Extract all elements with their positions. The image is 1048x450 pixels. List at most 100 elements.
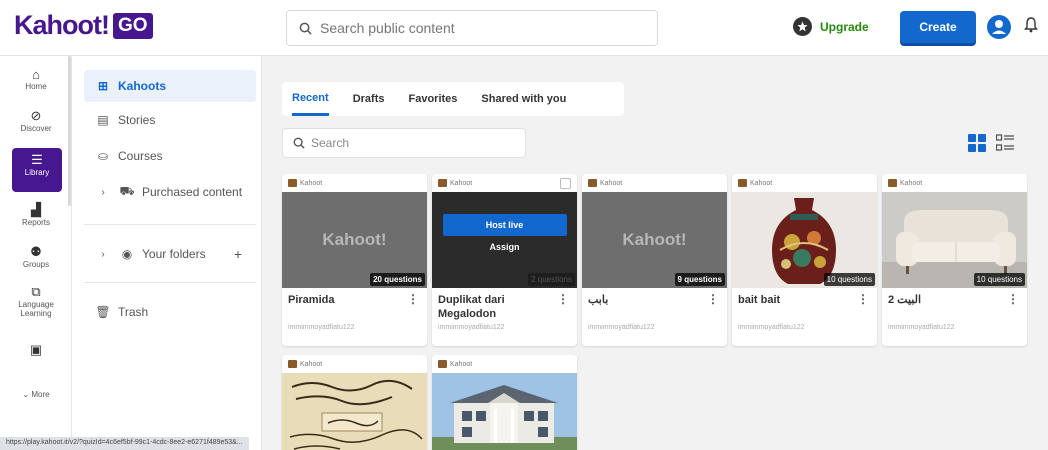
card-tag-label: Kahoot (600, 179, 623, 187)
kahoot-logo[interactable]: Kahoot! GO (14, 10, 153, 41)
question-count-badge: 10 questions (823, 273, 875, 286)
rail-item-marketplace[interactable]: ▣ (0, 342, 72, 358)
lib-item-courses[interactable]: ⛀ Courses (84, 140, 256, 172)
lib-item-label: Kahoots (118, 79, 166, 93)
user-icon (992, 20, 1006, 34)
card-owner: immimmoyadfiatu122 (438, 324, 505, 331)
more-label: More (31, 390, 50, 399)
logo-go-badge: GO (112, 12, 153, 39)
lib-item-stories[interactable]: ▤ Stories (84, 104, 256, 136)
lib-item-label: Your folders (142, 247, 206, 261)
rail-label: Groups (22, 260, 50, 269)
rail-item-more[interactable]: ⌄ More (0, 390, 72, 399)
host-live-button[interactable]: Host live (442, 214, 567, 236)
kahoot-tag-icon (288, 179, 297, 187)
tab-shared[interactable]: Shared with you (481, 82, 566, 116)
kahoot-card[interactable]: Kahoot Kahoot! 20 questions Piramida ⋮ im… (282, 174, 427, 346)
tab-favorites[interactable]: Favorites (408, 82, 457, 116)
more-options-icon[interactable]: ⋮ (407, 292, 419, 306)
browser-status-url: https://play.kahoot.it/v2/?quizId=4c6ef5… (0, 437, 249, 450)
card-tag: Kahoot (282, 355, 427, 373)
kahoot-watermark: Kahoot! (322, 230, 387, 249)
lib-item-label: Purchased content (142, 185, 243, 199)
house-image (432, 373, 577, 450)
stories-icon: ▤ (97, 113, 109, 127)
card-title: Piramida ⋮ (282, 288, 427, 318)
public-search-input[interactable] (320, 20, 640, 36)
left-rail: ⌂ Home ⊘ Discover ☰ Library ▟ Reports ⚉ … (0, 56, 72, 450)
rail-item-reports[interactable]: ▟ Reports (0, 202, 72, 227)
kahoot-card[interactable]: Kahoot (432, 355, 577, 450)
rail-item-home[interactable]: ⌂ Home (0, 66, 72, 92)
more-options-icon[interactable]: ⋮ (1007, 292, 1019, 306)
trash-icon: 🗑 (95, 305, 111, 319)
grid-view-icon[interactable] (968, 134, 986, 157)
kahoot-card[interactable]: Kahoot 10 questions bait bait ⋮ immimmoya… (732, 174, 877, 346)
kahoot-tag-icon (738, 179, 747, 187)
bell-icon[interactable] (1024, 17, 1038, 38)
kahoot-card[interactable]: Kahoot Kahoot! 9 questions بابب ⋮ immimmo… (582, 174, 727, 346)
create-button[interactable]: Create (900, 11, 976, 43)
rail-item-library[interactable]: ☰ Library (12, 148, 62, 192)
folder-user-icon: ◉ (121, 247, 133, 261)
assign-button[interactable]: Assign (489, 242, 519, 252)
rail-label: Discover (20, 124, 52, 133)
kahoot-watermark: Kahoot! (622, 230, 687, 249)
card-owner: immimmoyadfiatu122 (738, 324, 805, 331)
cart-icon: ⛟ (119, 184, 135, 198)
card-tag-label: Kahoot (450, 179, 473, 187)
upgrade-button[interactable]: Upgrade (793, 17, 869, 36)
card-title: البيت 2 ⋮ (882, 288, 1027, 318)
select-checkbox[interactable] (560, 178, 571, 189)
question-count-badge: 9 questions (674, 273, 725, 286)
card-title-text: Duplikat dari Megalodon (438, 294, 505, 320)
divider (84, 282, 256, 283)
card-tag: Kahoot (732, 174, 877, 192)
chevron-down-icon: ⌄ (22, 390, 32, 399)
reports-icon: ▟ (31, 202, 41, 217)
groups-icon: ⚉ (30, 244, 42, 259)
rail-item-language[interactable]: ⧉ Language Learning (0, 284, 72, 318)
lib-item-label: Courses (118, 149, 163, 163)
lib-item-purchased[interactable]: › ⛟ Purchased content (84, 176, 256, 208)
library-tabs: Recent Drafts Favorites Shared with you (282, 82, 624, 116)
card-owner: immimmoyadfiatu122 (288, 324, 355, 331)
question-count-badge: 10 questions (973, 273, 1025, 286)
rail-item-discover[interactable]: ⊘ Discover (0, 108, 72, 133)
kahoot-card[interactable]: Kahoot Host live Assign 2 questions Dupl… (432, 174, 577, 346)
card-title-text: البيت 2 (888, 294, 922, 306)
card-thumbnail: 10 questions (882, 192, 1027, 288)
kahoot-card[interactable]: Kahoot (282, 355, 427, 450)
card-owner: immimmoyadfiatu122 (888, 324, 955, 331)
card-tag: Kahoot (432, 174, 577, 192)
lib-item-trash[interactable]: 🗑 Trash (84, 296, 256, 328)
more-options-icon[interactable]: ⋮ (857, 292, 869, 306)
card-title-text: Piramida (288, 294, 335, 306)
grid-icon: ⊞ (97, 79, 109, 93)
more-options-icon[interactable]: ⋮ (557, 292, 569, 306)
kahoot-tag-icon (588, 179, 597, 187)
question-count-badge: 2 questions (528, 273, 575, 286)
language-icon: ⧉ (31, 284, 41, 299)
compass-icon: ⊘ (30, 108, 42, 123)
courses-icon: ⛀ (97, 149, 109, 163)
card-tag-label: Kahoot (300, 360, 323, 368)
logo-wordmark: Kahoot! (14, 10, 110, 40)
card-tag-label: Kahoot (750, 179, 773, 187)
lib-item-kahoots[interactable]: ⊞ Kahoots (84, 70, 256, 102)
card-title-text: بابب (588, 294, 609, 306)
marketplace-icon: ▣ (29, 342, 43, 357)
tab-drafts[interactable]: Drafts (353, 82, 385, 116)
rail-item-groups[interactable]: ⚉ Groups (0, 244, 72, 269)
avatar[interactable] (987, 15, 1011, 39)
lib-item-folders[interactable]: › ◉ Your folders + (84, 238, 256, 270)
library-search[interactable]: Search (282, 128, 526, 158)
public-search[interactable] (286, 10, 658, 46)
tab-recent[interactable]: Recent (292, 82, 329, 116)
card-tag: Kahoot (432, 355, 577, 373)
add-folder-button[interactable]: + (234, 246, 242, 262)
kahoot-card[interactable]: Kahoot 10 questions البيت 2 ⋮ immimmoyadf… (882, 174, 1027, 346)
list-view-icon[interactable] (995, 134, 1014, 157)
kahoot-tag-icon (888, 179, 897, 187)
more-options-icon[interactable]: ⋮ (707, 292, 719, 306)
